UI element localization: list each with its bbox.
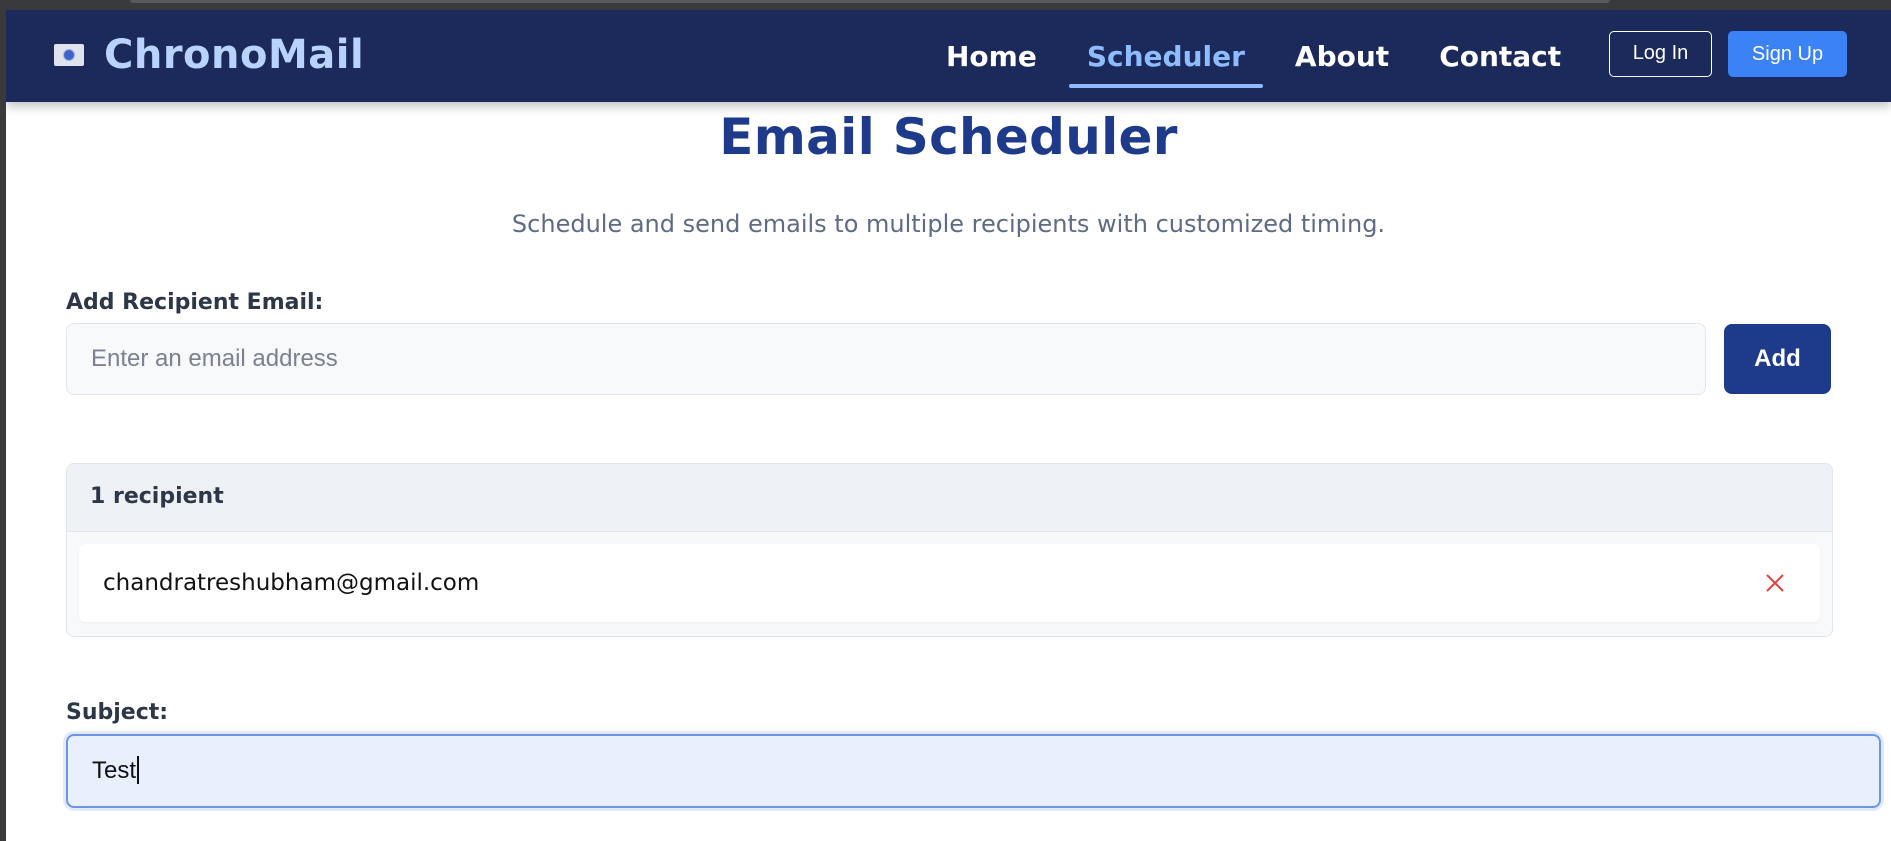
nav-link-scheduler[interactable]: Scheduler bbox=[1068, 28, 1263, 88]
signup-button[interactable]: Sign Up bbox=[1728, 31, 1847, 77]
subject-value: Test bbox=[92, 757, 137, 784]
recipients-count: 1 recipient bbox=[67, 464, 1832, 532]
recipients-panel: 1 recipient chandratreshubham@gmail.com bbox=[66, 463, 1833, 637]
page-title: Email Scheduler bbox=[719, 108, 1178, 166]
nav-links: Home Scheduler About Contact bbox=[928, 28, 1593, 88]
recipient-email: chandratreshubham@gmail.com bbox=[103, 570, 480, 596]
page-subtitle: Schedule and send emails to multiple rec… bbox=[511, 210, 1386, 238]
nav-link-about[interactable]: About bbox=[1277, 28, 1407, 88]
text-caret bbox=[137, 755, 140, 784]
browser-frame-top bbox=[0, 0, 1891, 10]
navbar: ChronoMail Home Scheduler About Contact … bbox=[6, 10, 1891, 102]
envelope-icon bbox=[54, 44, 84, 66]
login-button[interactable]: Log In bbox=[1609, 31, 1712, 77]
browser-tab-strip bbox=[130, 0, 1610, 3]
subject-input[interactable]: Test bbox=[66, 734, 1881, 808]
recipient-item: chandratreshubham@gmail.com bbox=[79, 544, 1820, 622]
add-recipient-button[interactable]: Add bbox=[1724, 324, 1831, 394]
brand[interactable]: ChronoMail bbox=[54, 30, 364, 80]
close-icon[interactable] bbox=[1765, 573, 1785, 593]
recipient-email-input[interactable]: Enter an email address bbox=[66, 323, 1706, 395]
brand-name: ChronoMail bbox=[104, 32, 365, 78]
recipient-email-label: Add Recipient Email: bbox=[66, 290, 324, 315]
nav-link-contact[interactable]: Contact bbox=[1421, 28, 1579, 88]
page: ChronoMail Home Scheduler About Contact … bbox=[6, 10, 1891, 841]
nav-link-home[interactable]: Home bbox=[928, 28, 1055, 88]
subject-label: Subject: bbox=[66, 700, 169, 725]
